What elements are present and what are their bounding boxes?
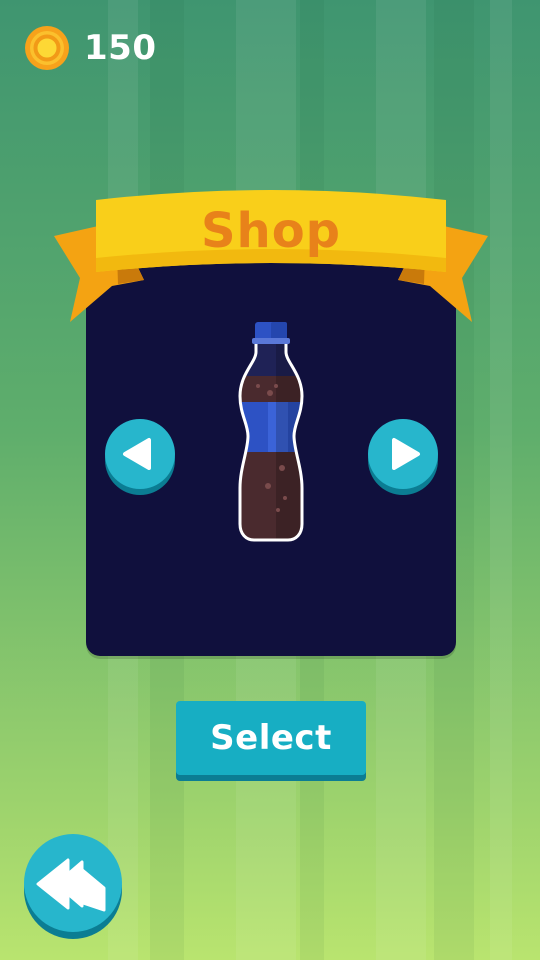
select-button-label: Select [210,718,332,758]
chevron-right-icon [368,419,438,495]
select-button-face: Select [176,701,366,775]
coin-counter: 150 [24,24,156,72]
coin-count: 150 [84,28,157,68]
gold-coin-icon [25,26,69,70]
double-arrow-back-icon [24,834,122,939]
next-item-button[interactable] [366,418,440,496]
background-stripe [490,0,512,960]
chevron-left-icon [105,419,175,495]
back-button[interactable] [22,832,126,942]
cola-bottle-icon [238,322,304,542]
game-screen: 150 Shop Select [0,0,540,960]
previous-item-button[interactable] [103,418,177,496]
shop-title: Shop [200,203,342,259]
select-button[interactable]: Select [176,701,366,783]
